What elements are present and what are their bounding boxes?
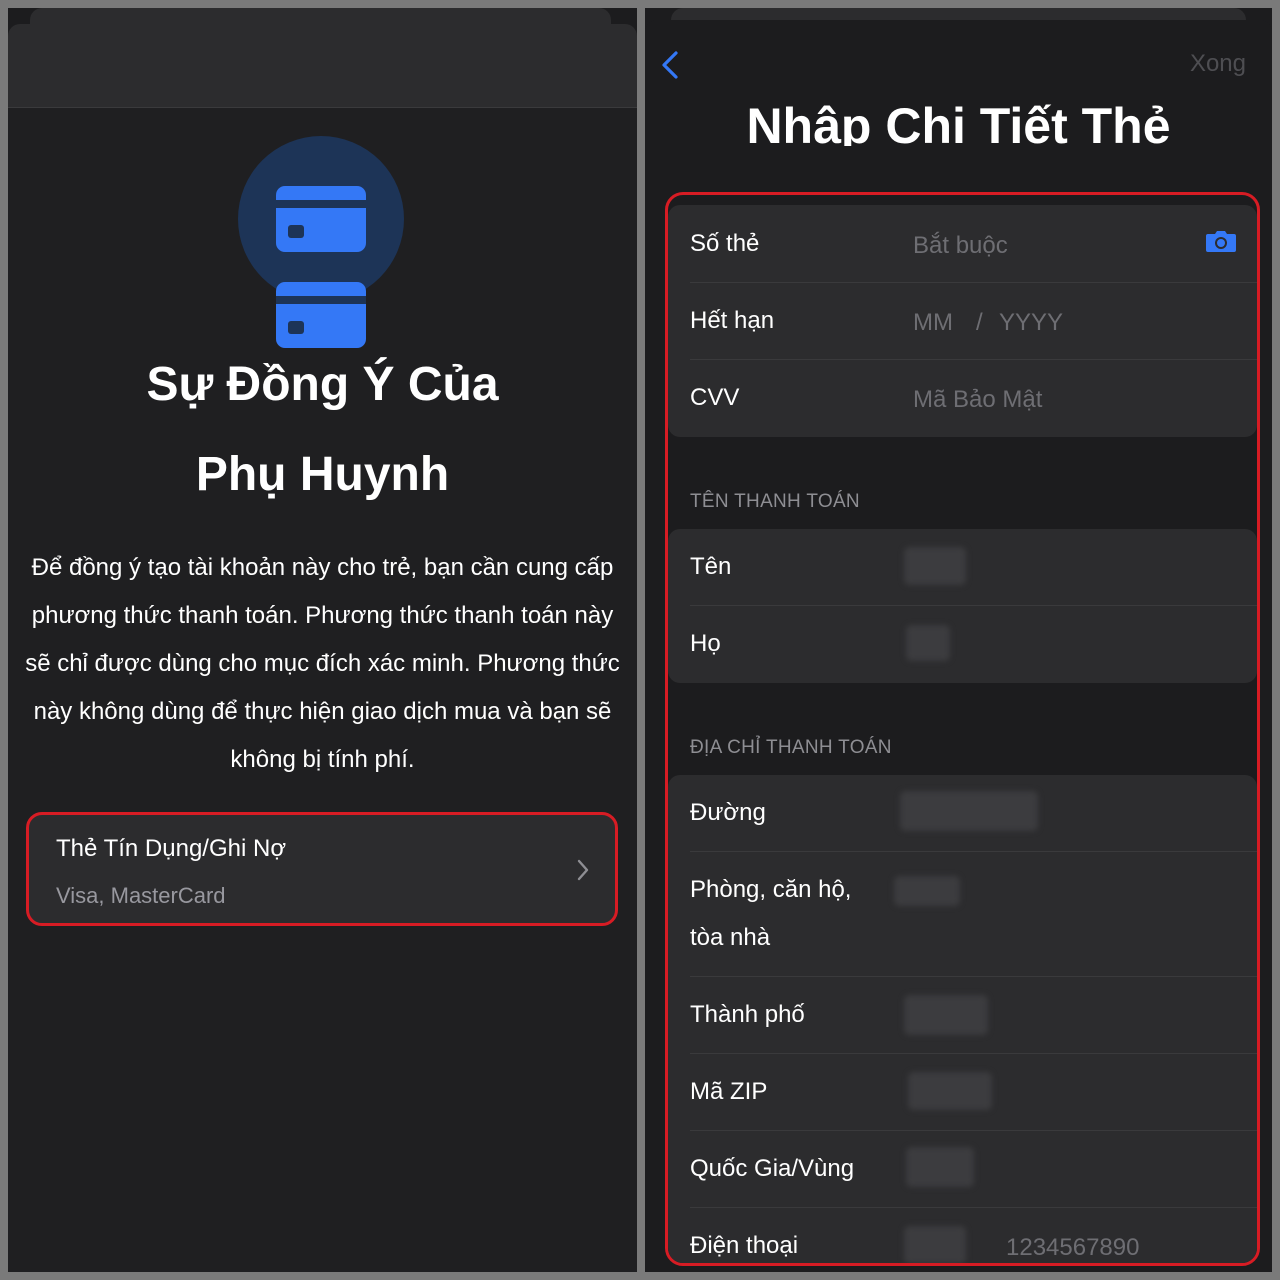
cvv-row[interactable]: CVV Mã Bảo Mật [668,360,1257,437]
option-subtitle: Visa, MasterCard [56,883,226,908]
chevron-left-icon[interactable] [659,50,681,80]
zip-row[interactable]: Mã ZIP [668,1054,1257,1131]
consent-description: Để đồng ý tạo tài khoản này cho trẻ, bạn… [25,554,620,773]
country-label: Quốc Gia/Vùng [690,1155,855,1182]
billing-address-header: ĐỊA CHỈ THANH TOÁN [690,737,892,758]
cvv-label: CVV [690,384,740,411]
credit-debit-card-option[interactable]: Thẻ Tín Dụng/Ghi Nợ Visa, MasterCard [26,812,618,926]
first-name-row[interactable]: Tên [668,529,1257,606]
card-details-screen: Xong Nhập Chi Tiết Thẻ Số thẻ Bắt buộc H… [645,8,1272,1272]
street-row[interactable]: Đường [668,775,1257,852]
card-details-group: Số thẻ Bắt buộc Hết hạn MM / YYYY CVV Mã… [668,205,1257,437]
billing-name-header: TÊN THANH TOÁN [690,491,860,512]
title-line-2: Phụ Huynh [195,448,450,501]
city-input[interactable] [904,995,988,1035]
phone-label: Điện thoại [690,1232,799,1259]
billing-name-group: Tên Họ [668,529,1257,683]
title-line-1: Sự Đồng Ý Của [146,358,499,411]
parental-consent-screen: Sự Đồng Ý Của Phụ Huynh Để đồng ý tạo tà… [8,8,637,1272]
credit-card-icon [276,186,366,252]
last-name-input[interactable] [906,625,950,661]
background-sheet [30,8,611,24]
zip-label: Mã ZIP [690,1078,768,1105]
first-name-label: Tên [690,553,732,580]
zip-input[interactable] [908,1072,992,1110]
done-button[interactable]: Xong [1190,50,1246,78]
camera-icon[interactable] [1205,229,1237,253]
expiry-year-input[interactable]: YYYY [999,309,1063,337]
expiry-separator: / [976,309,983,336]
apartment-input[interactable] [894,876,960,906]
apartment-row[interactable]: Phòng, căn hộ, tòa nhà [668,852,1257,977]
page-title: Sự Đồng Ý Của Phụ Huynh [8,340,637,520]
city-row[interactable]: Thành phố [668,977,1257,1054]
option-title: Thẻ Tín Dụng/Ghi Nợ [56,835,287,862]
apartment-label-line2: tòa nhà [690,924,771,951]
phone-area-code-input[interactable] [904,1226,966,1263]
card-form: Số thẻ Bắt buộc Hết hạn MM / YYYY CVV Mã… [665,192,1260,1266]
street-input[interactable] [900,791,1038,831]
street-label: Đường [690,799,766,826]
city-label: Thành phố [690,1001,805,1028]
billing-address-group: Đường Phòng, căn hộ, tòa nhà Thành phố M… [668,775,1257,1263]
expiry-month-input[interactable]: MM [913,309,953,337]
cvv-input[interactable]: Mã Bảo Mật [913,386,1042,414]
apartment-label-line1: Phòng, căn hộ, [690,876,852,903]
last-name-row[interactable]: Họ [668,606,1257,683]
country-row[interactable]: Quốc Gia/Vùng [668,1131,1257,1208]
expiry-row[interactable]: Hết hạn MM / YYYY [668,283,1257,360]
card-number-row[interactable]: Số thẻ Bắt buộc [668,205,1257,283]
credit-card-icon [276,282,366,348]
first-name-input[interactable] [904,547,966,585]
phone-input[interactable]: 1234567890 [1006,1234,1139,1262]
card-number-input[interactable]: Bắt buộc [913,232,1008,260]
nav-bar [8,24,637,108]
expiry-label: Hết hạn [690,307,775,334]
page-title: Nhập Chi Tiết Thẻ [746,98,1171,146]
card-number-label: Số thẻ [690,230,760,257]
phone-row[interactable]: Điện thoại 1234567890 [668,1208,1257,1263]
chevron-right-icon [577,859,589,881]
last-name-label: Họ [690,630,721,657]
country-input[interactable] [906,1147,974,1187]
